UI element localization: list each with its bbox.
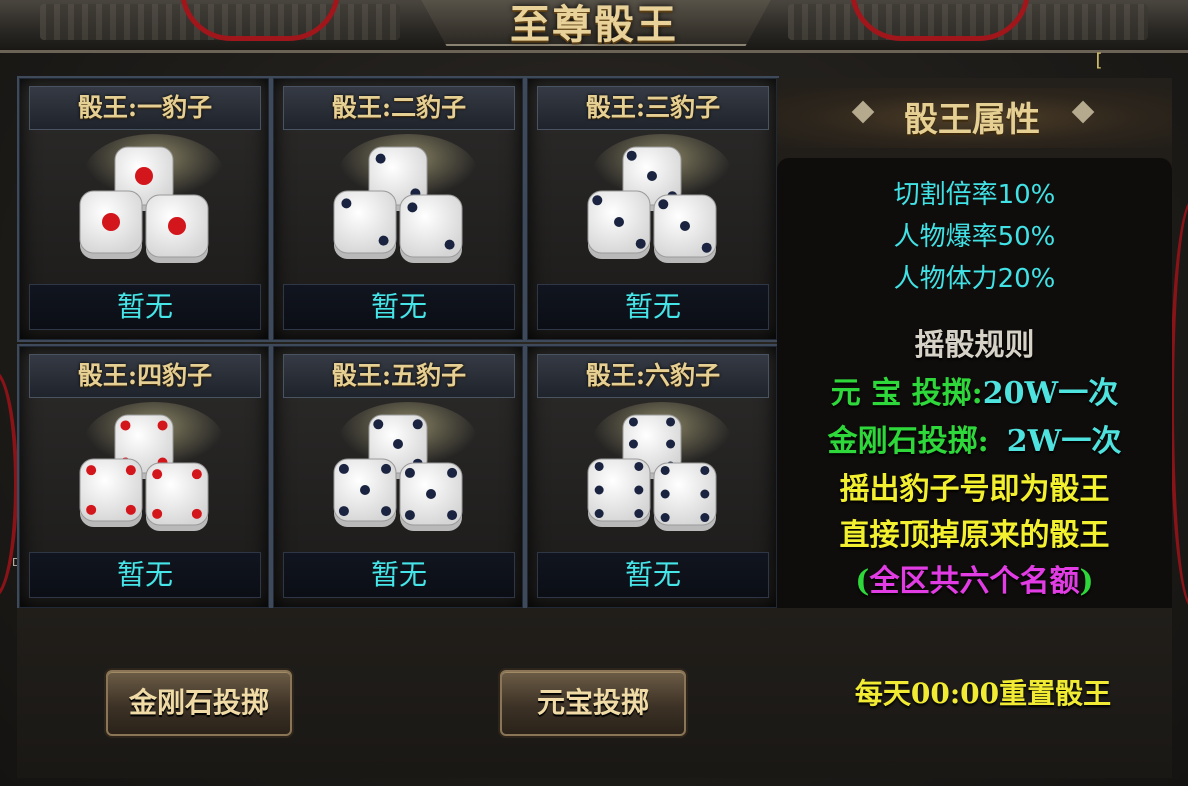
dice-king-card-3[interactable]: 骰王:三豹子 暂无 bbox=[525, 76, 779, 342]
yuanbao-roll-button[interactable]: 元宝投掷 bbox=[500, 670, 686, 736]
rule-label: 金刚石投掷: bbox=[827, 424, 989, 459]
rule-label: 元 宝 投掷: bbox=[830, 376, 983, 411]
dice-cluster-icon bbox=[587, 402, 732, 531]
card-title: 骰王:六豹子 bbox=[537, 354, 769, 398]
page-title: 至尊骰王 bbox=[510, 1, 678, 48]
card-title: 骰王:一豹子 bbox=[29, 86, 261, 130]
rule-paren: ( bbox=[855, 564, 870, 599]
reset-note: 每天00:00重置骰王 bbox=[854, 677, 1112, 710]
dice-cluster-icon bbox=[79, 402, 224, 531]
dice-icon bbox=[273, 134, 523, 284]
card-title: 骰王:三豹子 bbox=[537, 86, 769, 130]
diamond-roll-button[interactable]: 金刚石投掷 bbox=[106, 670, 292, 736]
rule-quota-text: 全区共六个名额 bbox=[869, 564, 1080, 599]
dice-icon bbox=[527, 134, 777, 284]
card-status: 暂无 bbox=[29, 552, 261, 598]
card-title: 骰王:五豹子 bbox=[283, 354, 515, 398]
dice-king-grid: 骰王:一豹子 暂无 骰王:二豹子 暂无 骰王:三豹子 暂无 骰王:四豹子 暂无 … bbox=[17, 76, 779, 610]
dice-king-card-4[interactable]: 骰王:四豹子 暂无 bbox=[17, 344, 271, 610]
dice-king-card-5[interactable]: 骰王:五豹子 暂无 bbox=[271, 344, 525, 610]
attribute-line: 人物体力20% bbox=[893, 264, 1056, 294]
attribute-line: 切割倍率10% bbox=[893, 180, 1056, 210]
game-window: 至尊骰王 [ D 骰王:一豹子 暂无 骰王:二豹子 暂无 骰王:三豹子 暂无 骰… bbox=[0, 0, 1188, 786]
dice-cluster-icon bbox=[333, 402, 478, 531]
attributes-title: 骰王属性 bbox=[904, 100, 1040, 140]
rule-quota: (全区共六个名额) bbox=[777, 556, 1172, 600]
dice-cluster-icon bbox=[333, 134, 478, 263]
rules-title: 摇骰规则 bbox=[914, 328, 1035, 363]
dice-cluster-icon bbox=[79, 134, 224, 263]
card-title: 骰王:四豹子 bbox=[29, 354, 261, 398]
card-status: 暂无 bbox=[537, 552, 769, 598]
card-title: 骰王:二豹子 bbox=[283, 86, 515, 130]
rule-value: 20W一次 bbox=[982, 376, 1119, 411]
rule-paren: ) bbox=[1079, 564, 1094, 599]
dice-icon bbox=[527, 402, 777, 552]
card-status: 暂无 bbox=[29, 284, 261, 330]
card-status: 暂无 bbox=[283, 284, 515, 330]
rule-value: 2W一次 bbox=[1006, 424, 1122, 459]
dice-cluster-icon bbox=[587, 134, 732, 263]
dice-king-card-6[interactable]: 骰王:六豹子 暂无 bbox=[525, 344, 779, 610]
rule-yuanbao: 元 宝 投掷:20W一次 bbox=[777, 368, 1172, 412]
rule-line: 直接顶掉原来的骰王 bbox=[839, 518, 1110, 553]
dice-icon bbox=[19, 402, 269, 552]
red-rope-decoration bbox=[850, 0, 1030, 41]
red-rope-decoration bbox=[1170, 200, 1188, 608]
rule-diamond: 金刚石投掷: 2W一次 bbox=[777, 416, 1172, 460]
dice-king-card-1[interactable]: 骰王:一豹子 暂无 bbox=[17, 76, 271, 342]
attribute-line: 人物爆率50% bbox=[893, 222, 1056, 252]
dice-icon bbox=[273, 402, 523, 552]
attributes-panel: 骰王属性 切割倍率10% 人物爆率50% 人物体力20% 摇骰规则 元 宝 投掷… bbox=[777, 78, 1172, 608]
card-status: 暂无 bbox=[283, 552, 515, 598]
dice-icon bbox=[19, 134, 269, 284]
card-status: 暂无 bbox=[537, 284, 769, 330]
dice-king-card-2[interactable]: 骰王:二豹子 暂无 bbox=[271, 76, 525, 342]
rule-line: 摇出豹子号即为骰王 bbox=[839, 472, 1110, 507]
corner-mark: [ bbox=[1093, 50, 1104, 71]
